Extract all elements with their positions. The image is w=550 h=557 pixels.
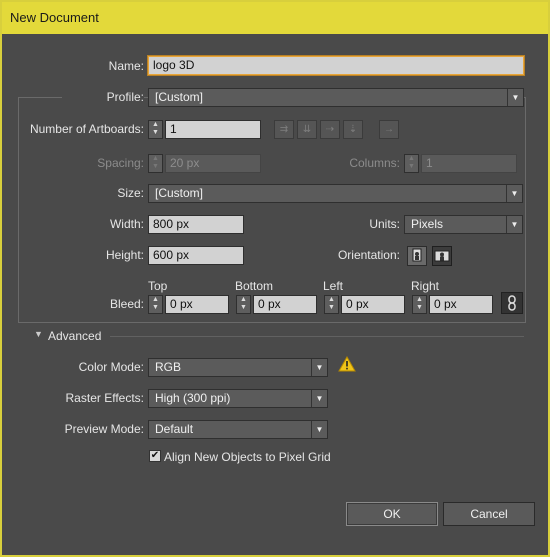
arrow-down-icon[interactable]: ▼ — [413, 304, 426, 312]
arrow-up-icon[interactable]: ▲ — [149, 155, 162, 163]
arrow-up-icon[interactable]: ▲ — [325, 296, 338, 304]
raster-effects-label: Raster Effects: — [65, 391, 144, 405]
chevron-down-icon: ▼ — [311, 359, 327, 376]
landscape-orientation-button[interactable] — [432, 246, 452, 266]
new-document-dialog: New Document Name: logo 3D Profile: [Cus… — [0, 0, 550, 557]
bleed-left-stepper[interactable]: ▲ ▼ — [324, 295, 339, 314]
units-dropdown[interactable]: Pixels ▼ — [404, 215, 523, 234]
portrait-orientation-button[interactable] — [407, 246, 427, 266]
raster-effects-dropdown[interactable]: High (300 ppi) ▼ — [148, 389, 328, 408]
units-value: Pixels — [411, 217, 444, 231]
arrow-up-icon[interactable]: ▲ — [405, 155, 418, 163]
artboards-stepper[interactable]: ▲ ▼ — [148, 120, 163, 139]
portrait-icon — [412, 248, 422, 262]
preview-mode-label: Preview Mode: — [64, 422, 144, 436]
grid-by-column-icon[interactable]: ⇊ — [297, 120, 317, 139]
grid-by-row-icon[interactable]: ⇉ — [274, 120, 294, 139]
height-input[interactable]: 600 px — [148, 246, 244, 265]
raster-effects-value: High (300 ppi) — [155, 391, 231, 405]
name-input[interactable]: logo 3D — [148, 56, 524, 75]
spacing-input[interactable]: 20 px — [165, 154, 261, 173]
width-label: Width: — [109, 217, 144, 231]
bleed-right-stepper[interactable]: ▲ ▼ — [412, 295, 427, 314]
chevron-down-icon: ▼ — [506, 216, 522, 233]
dialog-title: New Document — [2, 2, 548, 34]
name-label: Name: — [108, 59, 144, 73]
chevron-down-icon: ▼ — [311, 421, 327, 438]
bleed-top-stepper[interactable]: ▲ ▼ — [148, 295, 163, 314]
arrange-by-column-icon[interactable]: ⇣ — [343, 120, 363, 139]
advanced-toggle[interactable]: Advanced — [48, 329, 101, 343]
columns-input[interactable]: 1 — [421, 154, 517, 173]
arrow-down-icon[interactable]: ▼ — [149, 129, 162, 137]
bleed-left-input[interactable]: 0 px — [341, 295, 405, 314]
artboards-input[interactable]: 1 — [165, 120, 261, 139]
height-label: Height: — [105, 248, 144, 262]
arrow-up-icon[interactable]: ▲ — [413, 296, 426, 304]
profile-label: Profile: — [62, 90, 144, 104]
align-pixel-grid-checkbox[interactable]: ✔ — [149, 450, 161, 462]
link-chain-icon — [508, 295, 516, 311]
preview-mode-dropdown[interactable]: Default ▼ — [148, 420, 328, 439]
arrow-down-icon[interactable]: ▼ — [149, 163, 162, 171]
landscape-icon — [434, 250, 450, 262]
columns-label: Columns: — [349, 156, 400, 170]
size-label: Size: — [117, 186, 144, 200]
profile-dropdown[interactable]: [Custom] ▼ — [148, 88, 524, 107]
spacing-label: Spacing: — [97, 156, 144, 170]
color-mode-dropdown[interactable]: RGB ▼ — [148, 358, 328, 377]
orientation-label: Orientation: — [337, 248, 400, 262]
triangle-down-icon[interactable]: ▼ — [34, 329, 43, 339]
arrow-up-icon[interactable]: ▲ — [149, 296, 162, 304]
bleed-top-input[interactable]: 0 px — [165, 295, 229, 314]
artboards-label: Number of Artboards: — [29, 122, 144, 136]
bleed-bottom-input[interactable]: 0 px — [253, 295, 317, 314]
color-mode-label: Color Mode: — [78, 360, 144, 374]
bleed-right-input[interactable]: 0 px — [429, 295, 493, 314]
chevron-down-icon: ▼ — [311, 390, 327, 407]
arrow-down-icon[interactable]: ▼ — [149, 304, 162, 312]
arrow-up-icon[interactable]: ▲ — [149, 121, 162, 129]
units-label: Units: — [369, 217, 400, 231]
ok-button[interactable]: OK — [346, 502, 438, 526]
arrow-down-icon[interactable]: ▼ — [237, 304, 250, 312]
bleed-left-label: Left — [323, 279, 344, 293]
columns-stepper[interactable]: ▲ ▼ — [404, 154, 419, 173]
arrange-by-row-icon[interactable]: ⇢ — [320, 120, 340, 139]
bleed-bottom-stepper[interactable]: ▲ ▼ — [236, 295, 251, 314]
spacing-stepper[interactable]: ▲ ▼ — [148, 154, 163, 173]
bleed-link-button[interactable] — [501, 292, 523, 314]
chevron-down-icon: ▼ — [507, 89, 523, 106]
preview-mode-value: Default — [155, 422, 194, 436]
bleed-right-label: Right — [411, 279, 440, 293]
bleed-bottom-label: Bottom — [235, 279, 274, 293]
chevron-down-icon: ▼ — [506, 185, 522, 202]
size-value: [Custom] — [155, 186, 204, 200]
arrow-down-icon[interactable]: ▼ — [405, 163, 418, 171]
size-dropdown[interactable]: [Custom] ▼ — [148, 184, 523, 203]
bleed-top-label: Top — [148, 279, 168, 293]
align-pixel-grid-label[interactable]: Align New Objects to Pixel Grid — [164, 450, 331, 464]
layout-direction-icon[interactable]: → — [379, 120, 399, 139]
advanced-divider — [110, 336, 524, 337]
color-mode-value: RGB — [155, 360, 182, 374]
cancel-button[interactable]: Cancel — [443, 502, 535, 526]
width-input[interactable]: 800 px — [148, 215, 244, 234]
profile-value: [Custom] — [155, 90, 204, 104]
bleed-label: Bleed: — [109, 297, 144, 311]
arrow-up-icon[interactable]: ▲ — [237, 296, 250, 304]
arrow-down-icon[interactable]: ▼ — [325, 304, 338, 312]
warning-icon[interactable] — [338, 355, 356, 375]
